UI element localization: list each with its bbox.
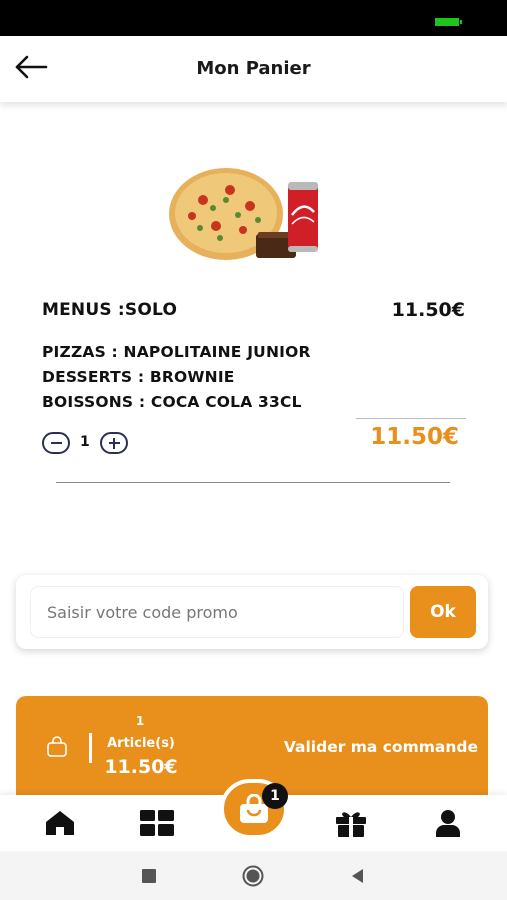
- quantity-value: 1: [80, 434, 90, 450]
- item-divider: [56, 482, 450, 483]
- menu-grid-icon: [140, 810, 174, 836]
- quantity-increase-button[interactable]: [100, 432, 128, 454]
- system-back-button[interactable]: [346, 865, 368, 887]
- cart-screen: Mon Panier MENUS :SOLO 11.50€ PIZZAS : N…: [0, 0, 507, 900]
- item-total-price: 11.50€: [370, 424, 459, 450]
- quantity-decrease-button[interactable]: [42, 432, 70, 454]
- checkout-total: 11.50€: [104, 756, 178, 778]
- menu-name: MENUS :SOLO: [42, 300, 178, 320]
- profile-icon: [436, 810, 460, 837]
- recent-apps-button[interactable]: [138, 865, 160, 887]
- status-bar: [0, 0, 507, 36]
- menu-detail-pizza: PIZZAS : NAPOLITAINE JUNIOR: [42, 343, 311, 361]
- promo-code-card: Ok: [16, 575, 488, 649]
- checkout-separator: [89, 733, 92, 763]
- article-label: Article(s): [107, 736, 175, 751]
- battery-icon: [435, 18, 462, 26]
- article-count: 1: [135, 714, 145, 728]
- bottom-navigation: 1: [0, 779, 507, 851]
- nav-profile[interactable]: [431, 809, 465, 837]
- nav-gift[interactable]: [334, 809, 368, 837]
- nav-home[interactable]: [43, 809, 77, 837]
- page-title: Mon Panier: [196, 58, 311, 79]
- header: Mon Panier: [0, 36, 507, 102]
- promo-ok-button[interactable]: Ok: [410, 586, 476, 638]
- nav-menu[interactable]: [140, 809, 174, 837]
- triangle-back-icon: [352, 869, 363, 883]
- price-divider: [356, 418, 466, 419]
- menu-detail-drink: BOISSONS : COCA COLA 33CL: [42, 393, 302, 411]
- system-home-button[interactable]: [242, 865, 264, 887]
- validate-order-label: Valider ma commande: [283, 738, 478, 756]
- menu-detail-dessert: DESSERTS : BROWNIE: [42, 368, 235, 386]
- menu-product-image: [169, 168, 318, 260]
- promo-code-input[interactable]: [30, 586, 404, 638]
- home-icon: [46, 811, 74, 835]
- menu-price: 11.50€: [391, 299, 465, 321]
- cart-count-badge: 1: [262, 783, 288, 809]
- circle-icon: [242, 865, 264, 887]
- square-icon: [142, 869, 156, 883]
- shopping-bag-icon: [47, 736, 67, 757]
- system-navigation-bar: [0, 851, 507, 900]
- gift-icon: [336, 812, 366, 837]
